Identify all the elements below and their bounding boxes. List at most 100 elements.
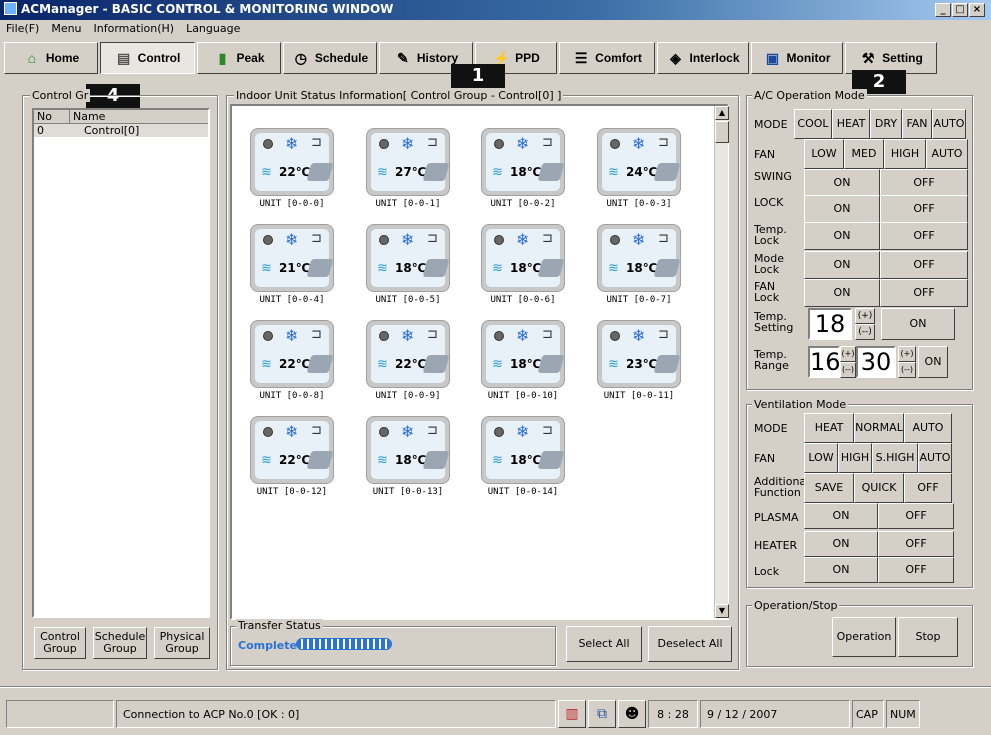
indoor-unit-card[interactable]: ❄ ⊐ ≋ 27℃ — [366, 128, 450, 196]
ac-mode-lock-on-button[interactable]: ON — [804, 251, 880, 279]
indoor-unit-card[interactable]: ❄ ⊐ ≋ 23℃ — [597, 320, 681, 388]
indoor-unit-card[interactable]: ❄ ⊐ ≋ 18℃ — [597, 224, 681, 292]
ac-fan-lock-on-button[interactable]: ON — [804, 279, 880, 307]
vent-addl-quick[interactable]: QUICK — [854, 473, 904, 503]
ac-temp-lock-on-button[interactable]: ON — [804, 222, 880, 250]
scroll-thumb[interactable] — [715, 121, 729, 143]
range-high-up-button[interactable]: (+) — [898, 346, 916, 362]
comfort-icon: ☰ — [574, 50, 588, 66]
vent-mode-auto[interactable]: AUTO — [904, 413, 952, 443]
range-low-down-button[interactable]: (--) — [840, 362, 856, 378]
vertical-scrollbar[interactable]: ▲ ▼ — [714, 106, 729, 618]
menu-file[interactable]: File(F) — [6, 22, 39, 36]
ac-fan-med[interactable]: MED — [844, 139, 884, 169]
ac-mode-auto[interactable]: AUTO — [932, 109, 966, 139]
col-no[interactable]: No — [34, 110, 70, 123]
schedule-group-button[interactable]: Schedule Group — [93, 627, 147, 659]
ac-fan-lock-off-button[interactable]: OFF — [880, 279, 968, 307]
ac-mode-label: MODE — [754, 118, 788, 131]
vent-addl-off[interactable]: OFF — [904, 473, 952, 503]
stop-button[interactable]: Stop — [898, 617, 958, 657]
select-all-button[interactable]: Select All — [566, 626, 642, 662]
minimize-button[interactable]: _ — [935, 3, 951, 17]
indoor-unit-card[interactable]: ❄ ⊐ ≋ 22℃ — [366, 320, 450, 388]
unit-label: UNIT [0-0-8] — [259, 391, 325, 401]
indoor-unit-card[interactable]: ❄ ⊐ ≋ 24℃ — [597, 128, 681, 196]
tab-home[interactable]: ⌂ Home — [4, 42, 98, 74]
temp-setting-on-button[interactable]: ON — [881, 308, 955, 340]
scroll-up-arrow-icon[interactable]: ▲ — [715, 106, 729, 120]
menu-language[interactable]: Language — [186, 22, 240, 36]
vent-lock-on-button[interactable]: ON — [804, 557, 878, 583]
snowflake-icon: ❄ — [632, 326, 646, 345]
tab-comfort[interactable]: ☰ Comfort — [559, 42, 655, 74]
vent-lock-off-button[interactable]: OFF — [878, 557, 954, 583]
ac-mode-heat[interactable]: HEAT — [832, 109, 870, 139]
ac-fan-high[interactable]: HIGH — [884, 139, 926, 169]
vent-heater-off-button[interactable]: OFF — [878, 531, 954, 557]
ac-mode-dry[interactable]: DRY — [870, 109, 902, 139]
ac-mode-cool[interactable]: COOL — [794, 109, 832, 139]
indoor-unit-card[interactable]: ❄ ⊐ ≋ 18℃ — [481, 320, 565, 388]
close-button[interactable]: × — [969, 3, 985, 17]
indoor-unit-card[interactable]: ❄ ⊐ ≋ 18℃ — [366, 224, 450, 292]
network-icon[interactable]: ⧉ — [588, 700, 616, 728]
indoor-unit-icon — [537, 451, 565, 469]
vent-addl-save[interactable]: SAVE — [804, 473, 854, 503]
vent-fan-low[interactable]: LOW — [804, 443, 838, 473]
alarm-icon[interactable]: ▥ — [558, 700, 586, 728]
vent-fan-high[interactable]: HIGH — [838, 443, 872, 473]
vent-fan-auto[interactable]: AUTO — [918, 443, 952, 473]
tab-interlock[interactable]: ◈ Interlock — [657, 42, 749, 74]
range-high-down-button[interactable]: (--) — [898, 362, 916, 378]
control-group-button[interactable]: Control Group — [34, 627, 86, 659]
ac-mode-fan[interactable]: FAN — [902, 109, 932, 139]
temp-up-button[interactable]: (+) — [855, 308, 875, 324]
user-icon[interactable]: ☻ — [618, 700, 646, 728]
maximize-button[interactable]: □ — [952, 3, 968, 17]
ac-temp-lock-off-button[interactable]: OFF — [880, 222, 968, 250]
menu-bar: File(F) Menu Information(H) Language — [0, 20, 991, 38]
menu-menu[interactable]: Menu — [51, 22, 81, 36]
range-low-up-button[interactable]: (+) — [840, 346, 856, 362]
ac-swing-off-button[interactable]: OFF — [880, 169, 968, 197]
vent-plasma-on-button[interactable]: ON — [804, 503, 878, 529]
control-group-list[interactable]: No Name 0 Control[0] — [32, 108, 210, 618]
operation-button[interactable]: Operation — [832, 617, 896, 657]
indoor-unit-card[interactable]: ❄ ⊐ ≋ 18℃ — [481, 224, 565, 292]
physical-group-button[interactable]: Physical Group — [154, 627, 210, 659]
indoor-unit-card[interactable]: ❄ ⊐ ≋ 22℃ — [250, 416, 334, 484]
menu-information[interactable]: Information(H) — [94, 22, 175, 36]
vent-mode-heat[interactable]: HEAT — [804, 413, 854, 443]
tab-schedule[interactable]: ◷ Schedule — [283, 42, 377, 74]
scroll-down-arrow-icon[interactable]: ▼ — [715, 604, 729, 618]
airflow-icon: ≋ — [492, 357, 503, 372]
indoor-unit-card[interactable]: ❄ ⊐ ≋ 21℃ — [250, 224, 334, 292]
ac-mode-lock-off-button[interactable]: OFF — [880, 251, 968, 279]
ac-lock-on-button[interactable]: ON — [804, 195, 880, 223]
vent-plasma-off-button[interactable]: OFF — [878, 503, 954, 529]
temp-range-on-button[interactable]: ON — [918, 346, 948, 378]
temp-down-button[interactable]: (--) — [855, 324, 875, 340]
indoor-unit-card[interactable]: ❄ ⊐ ≋ 18℃ — [481, 416, 565, 484]
tab-monitor[interactable]: ▣ Monitor — [751, 42, 843, 74]
ac-swing-on-button[interactable]: ON — [804, 169, 880, 197]
vent-fan-shigh[interactable]: S.HIGH — [872, 443, 918, 473]
indoor-unit-card[interactable]: ❄ ⊐ ≋ 18℃ — [366, 416, 450, 484]
list-item[interactable]: 0 Control[0] — [34, 124, 208, 137]
col-name[interactable]: Name — [70, 110, 105, 123]
indoor-unit-card[interactable]: ❄ ⊐ ≋ 22℃ — [250, 320, 334, 388]
ac-fan-auto[interactable]: AUTO — [926, 139, 968, 169]
ac-fan-low[interactable]: LOW — [804, 139, 844, 169]
tab-control[interactable]: ▤ Control — [100, 42, 195, 74]
tab-peak[interactable]: ▮ Peak — [197, 42, 281, 74]
unit-label: UNIT [0-0-10] — [487, 391, 559, 401]
vent-mode-normal[interactable]: NORMAL — [854, 413, 904, 443]
ac-lock-off-button[interactable]: OFF — [880, 195, 968, 223]
snowflake-icon: ❄ — [632, 230, 646, 249]
indoor-unit-card[interactable]: ❄ ⊐ ≋ 18℃ — [481, 128, 565, 196]
deselect-all-button[interactable]: Deselect All — [648, 626, 732, 662]
vent-heater-on-button[interactable]: ON — [804, 531, 878, 557]
indoor-unit-card[interactable]: ❄ ⊐ ≋ 22℃ — [250, 128, 334, 196]
airflow-icon: ≋ — [492, 453, 503, 468]
